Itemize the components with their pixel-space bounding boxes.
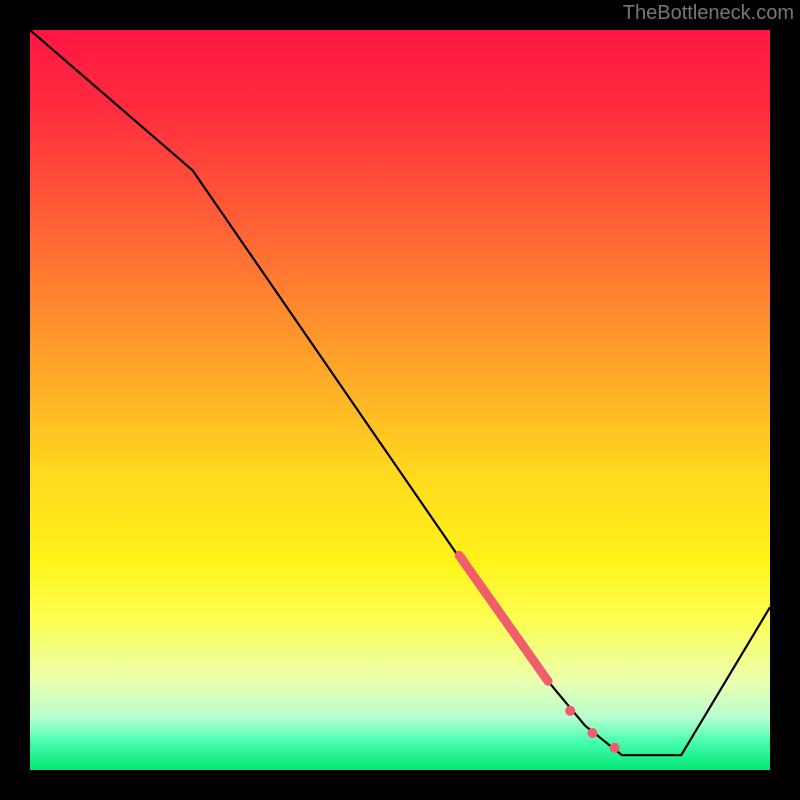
highlight-point bbox=[610, 743, 620, 753]
highlight-point bbox=[565, 706, 575, 716]
plot-area bbox=[30, 30, 770, 770]
highlight-point bbox=[587, 728, 597, 738]
watermark-text: TheBottleneck.com bbox=[623, 2, 794, 25]
highlight-layer bbox=[30, 30, 770, 770]
highlight-segment bbox=[459, 555, 548, 681]
chart-container: TheBottleneck.com bbox=[0, 0, 800, 800]
highlight-points bbox=[565, 706, 619, 753]
